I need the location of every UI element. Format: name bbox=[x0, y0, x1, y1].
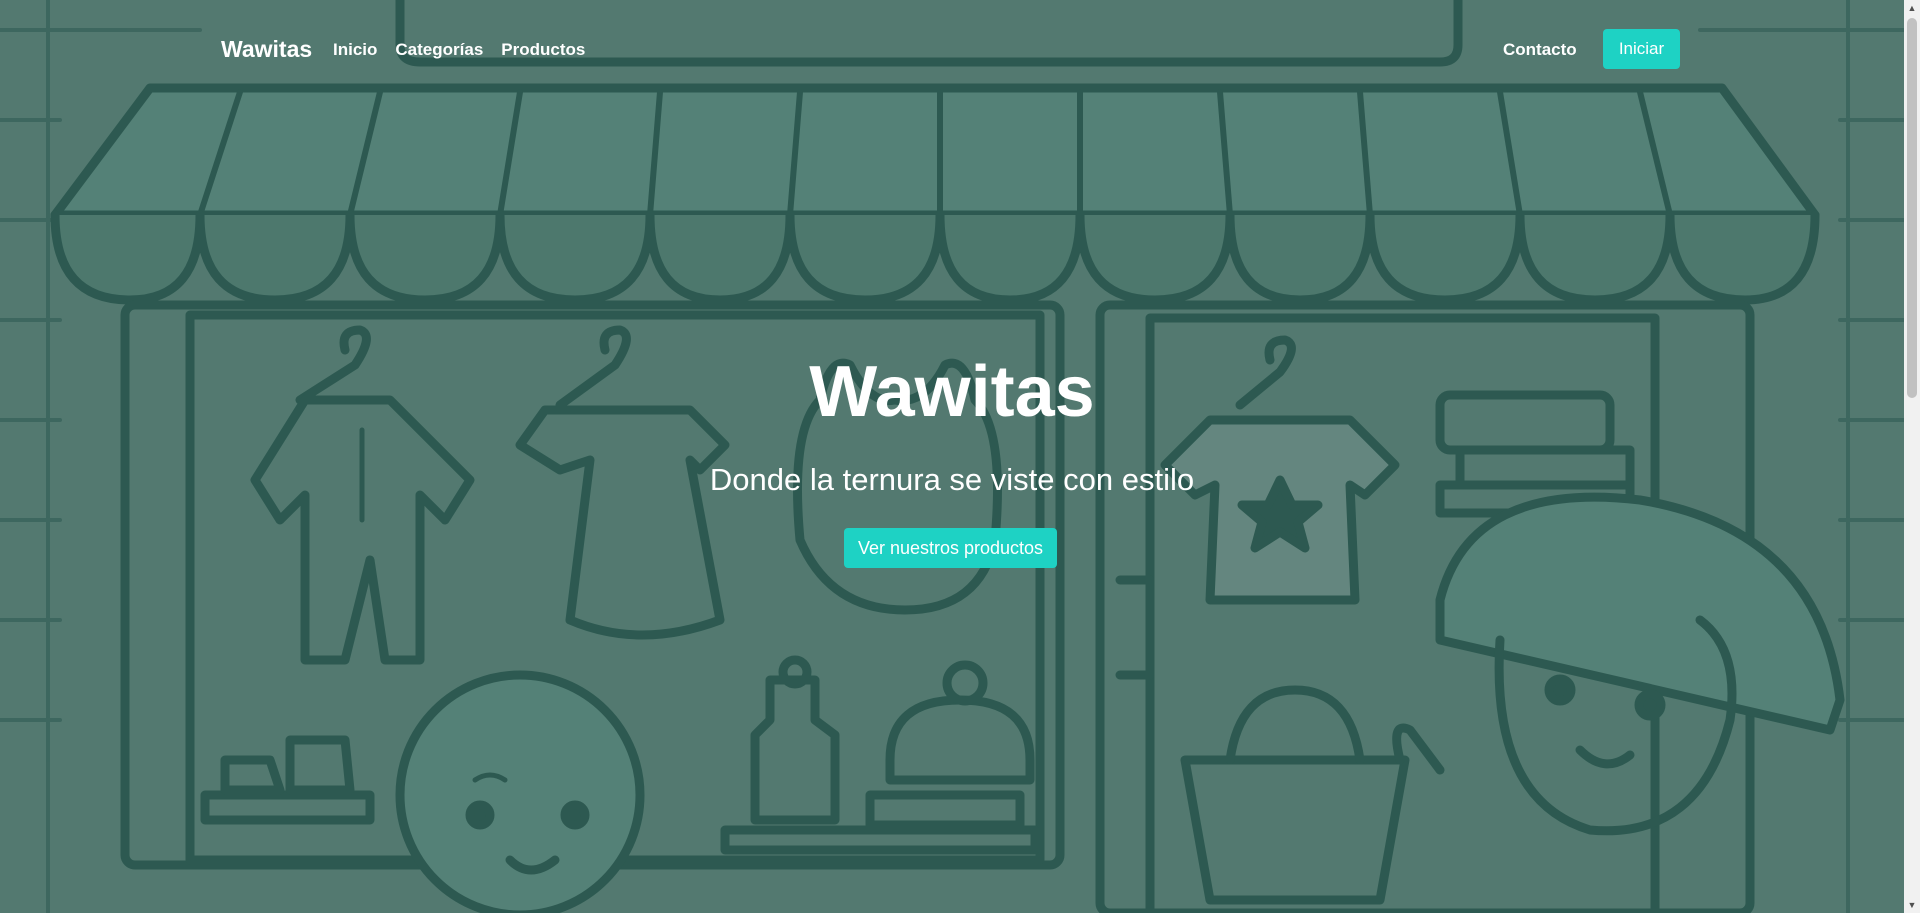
hero-title: Wawitas bbox=[809, 352, 1095, 432]
hero-subtitle: Donde la ternura se viste con estilo bbox=[709, 462, 1195, 497]
nav-link-categorias[interactable]: Categorías bbox=[395, 40, 483, 60]
nav-link-productos[interactable]: Productos bbox=[501, 40, 585, 60]
login-button[interactable]: Iniciar bbox=[1603, 29, 1680, 69]
scrollbar-thumb[interactable] bbox=[1907, 18, 1917, 398]
hero-section bbox=[0, 0, 1904, 913]
nav-link-contacto[interactable]: Contacto bbox=[1503, 40, 1577, 60]
brand-logo[interactable]: Wawitas bbox=[221, 36, 312, 63]
view-products-button[interactable]: Ver nuestros productos bbox=[844, 528, 1057, 568]
chevron-down-icon[interactable]: ▼ bbox=[1904, 897, 1920, 913]
nav-links: Inicio Categorías Productos bbox=[333, 40, 585, 60]
chevron-up-icon[interactable]: ▲ bbox=[1904, 0, 1920, 16]
page-scrollbar[interactable]: ▲ ▼ bbox=[1904, 0, 1920, 913]
nav-link-inicio[interactable]: Inicio bbox=[333, 40, 377, 60]
hero-overlay bbox=[0, 0, 1904, 913]
navbar: Wawitas Inicio Categorías Productos Cont… bbox=[0, 0, 1904, 100]
